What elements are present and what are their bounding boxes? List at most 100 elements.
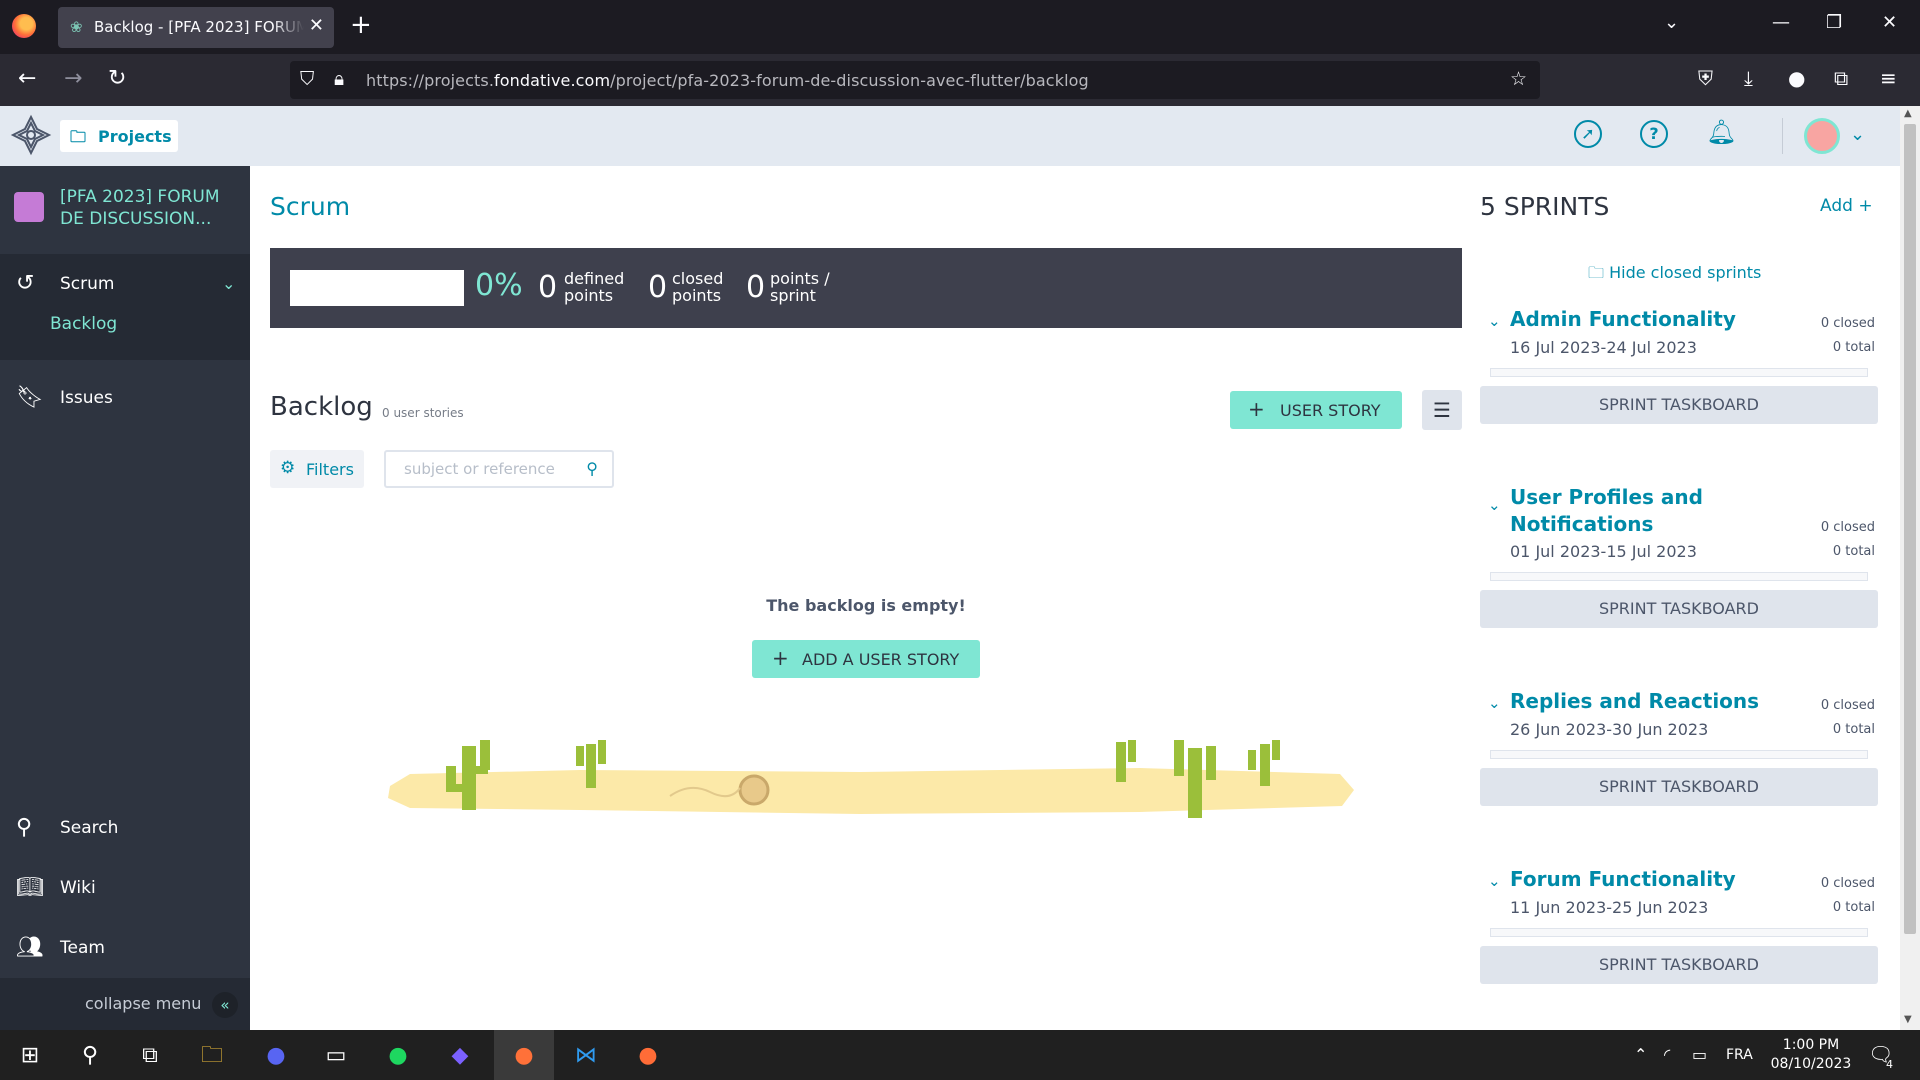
spotify-icon[interactable]: ● [384, 1042, 412, 1070]
sidebar-item-search[interactable]: ⚲ Search [0, 806, 250, 850]
terminal-icon[interactable]: ▭ [322, 1042, 350, 1070]
sidebar-item-label: Issues [60, 388, 113, 408]
plus-icon: + [1248, 397, 1265, 421]
clock[interactable]: 1:00 PM 08/10/2023 [1766, 1036, 1856, 1074]
defined-points-value: 0 [538, 270, 558, 305]
add-a-user-story-button[interactable]: + ADD A USER STORY [752, 640, 980, 678]
task-view-icon[interactable]: ⧉ [136, 1042, 164, 1070]
sprint-progress-bar [1490, 368, 1868, 377]
restore-icon[interactable]: ❐ [1826, 12, 1842, 33]
sprint-closed-count: 0 closed [1820, 520, 1875, 535]
add-sprint-button[interactable]: Add + [1820, 196, 1873, 216]
search-input[interactable] [404, 460, 574, 478]
sprint-name[interactable]: Admin Functionality [1510, 306, 1770, 333]
project-header[interactable]: [PFA 2023] FORUM DE DISCUSSION... [0, 166, 250, 246]
browser-tab-active[interactable]: ❀ Backlog - [PFA 2023] FORUM DE DISCUSSI… [58, 7, 334, 48]
taiga-favicon-icon: ❀ [70, 18, 83, 36]
user-avatar[interactable] [1804, 118, 1840, 154]
project-logo [14, 192, 44, 222]
forward-icon[interactable]: → [64, 66, 82, 91]
filters-button[interactable]: ⚙︎ Filters [270, 450, 364, 488]
projects-button[interactable]: 🗀 Projects [60, 120, 178, 152]
sprint-progress-bar [1490, 572, 1868, 581]
battery-icon[interactable]: ▭ [1692, 1045, 1707, 1064]
add-user-story-button[interactable]: + USER STORY [1230, 391, 1402, 429]
sidebar-item-issues[interactable]: 🔖︎ Issues [0, 376, 250, 420]
extension-icon[interactable]: ● [1788, 66, 1805, 90]
pocket-icon[interactable]: ⛨ [1698, 66, 1713, 90]
sliders-icon: ⚙︎ [280, 458, 296, 478]
tray-chevron-up-icon[interactable]: ⌃ [1634, 1045, 1647, 1064]
page-scrollbar[interactable]: ▲ ▼ [1900, 106, 1920, 1030]
window-close-icon[interactable]: ✕ [1882, 12, 1897, 33]
book-icon: 📖︎ [16, 875, 44, 900]
chevron-down-icon[interactable]: ⌄ [1488, 312, 1501, 330]
collapse-menu[interactable]: collapse menu « [0, 978, 250, 1030]
sidebar-item-backlog[interactable]: Backlog [50, 314, 117, 334]
sprint-total-count: 0 total [1832, 544, 1875, 559]
search-icon[interactable]: ⚲ [586, 459, 598, 478]
chevron-down-icon[interactable]: ⌄ [1488, 872, 1501, 890]
postman-icon[interactable]: ● [634, 1042, 662, 1070]
scroll-up-icon[interactable]: ▲ [1904, 108, 1912, 119]
scroll-down-icon[interactable]: ▼ [1904, 1014, 1912, 1025]
scrollbar-thumb[interactable] [1904, 124, 1916, 934]
sprint-total-count: 0 total [1832, 722, 1875, 737]
firefox-icon[interactable] [12, 14, 36, 38]
sidebar-item-wiki[interactable]: 📖︎ Wiki [0, 866, 250, 910]
address-bar[interactable]: ⛉ 🔒︎ https://projects.fondative.com/proj… [290, 61, 1540, 99]
folder-icon: 🗀 [1588, 263, 1605, 282]
notifications-bell-icon[interactable]: 🔔︎ [1706, 118, 1736, 146]
help-icon[interactable]: ? [1640, 120, 1668, 148]
hide-closed-sprints-link[interactable]: 🗀 Hide closed sprints [1588, 262, 1761, 289]
chevron-down-icon[interactable]: ⌄ [222, 274, 235, 293]
sprint-name[interactable]: User Profiles and Notifications [1510, 484, 1770, 538]
shield-icon[interactable]: ⛉ [300, 68, 314, 90]
url-text[interactable]: https://projects.fondative.com/project/p… [366, 71, 1089, 90]
sprint-taskboard-button[interactable]: SPRINT TASKBOARD [1480, 590, 1878, 628]
discord-icon[interactable]: ● [262, 1042, 290, 1070]
chevron-down-icon[interactable]: ⌄ [1850, 124, 1865, 145]
reload-icon[interactable]: ↻ [108, 66, 126, 91]
chevron-down-icon[interactable]: ⌄ [1488, 496, 1501, 514]
sidebar-item-scrum[interactable]: ↺ Scrum ⌄ [0, 262, 250, 306]
sprint-dates: 16 Jul 2023-24 Jul 2023 [1510, 338, 1697, 357]
firefox-taskbar-icon[interactable]: ● [510, 1042, 538, 1070]
plus-icon: + [772, 646, 789, 670]
menu-hamburger-icon[interactable]: ≡ [1880, 66, 1897, 90]
tab-list-chevron-icon[interactable]: ⌄ [1664, 12, 1679, 33]
lock-icon[interactable]: 🔒︎ [334, 68, 344, 90]
discover-compass-icon[interactable]: ➚ [1574, 120, 1602, 148]
sidebar-item-label: Team [60, 938, 105, 958]
language-indicator[interactable]: FRA [1726, 1047, 1753, 1063]
bookmark-star-icon[interactable]: ☆ [1510, 68, 1527, 90]
sprint-name[interactable]: Replies and Reactions [1510, 688, 1810, 715]
file-explorer-icon[interactable]: 🗀 [198, 1042, 226, 1070]
app-diamond-icon[interactable]: ◆ [446, 1042, 474, 1070]
chevron-down-icon[interactable]: ⌄ [1488, 694, 1501, 712]
browser-tab-bar: ❀ Backlog - [PFA 2023] FORUM DE DISCUSSI… [0, 0, 1920, 54]
bulk-insert-icon[interactable]: ☰ [1422, 390, 1462, 430]
vscode-icon[interactable]: ⋈ [572, 1042, 600, 1070]
wifi-icon[interactable]: ◜ [1664, 1045, 1670, 1064]
backlog-title: Backlog [270, 392, 373, 422]
sprint-taskboard-button[interactable]: SPRINT TASKBOARD [1480, 768, 1878, 806]
new-tab-icon[interactable]: + [350, 10, 372, 40]
sprint-name[interactable]: Forum Functionality [1510, 866, 1770, 893]
team-users-icon: 👥︎ [16, 935, 44, 960]
search-icon[interactable]: ⚲ [76, 1042, 104, 1070]
back-icon[interactable]: ← [18, 66, 36, 91]
minimize-icon[interactable]: — [1772, 12, 1790, 33]
downloads-icon[interactable]: ⤓ [1744, 66, 1753, 90]
project-name: [PFA 2023] FORUM DE DISCUSSION... [60, 187, 220, 229]
tab-close-icon[interactable]: ✕ [309, 15, 324, 36]
double-chevron-left-icon[interactable]: « [212, 992, 238, 1018]
taiga-logo-icon[interactable] [10, 114, 52, 156]
windows-start-icon[interactable]: ⊞ [16, 1042, 44, 1070]
extensions-puzzle-icon[interactable]: ⧉ [1834, 66, 1848, 90]
sprint-closed-count: 0 closed [1820, 316, 1875, 331]
sprint-taskboard-button[interactable]: SPRINT TASKBOARD [1480, 386, 1878, 424]
add-a-user-story-label: ADD A USER STORY [802, 650, 960, 669]
sidebar-item-team[interactable]: 👥︎ Team [0, 926, 250, 970]
sprint-taskboard-button[interactable]: SPRINT TASKBOARD [1480, 946, 1878, 984]
